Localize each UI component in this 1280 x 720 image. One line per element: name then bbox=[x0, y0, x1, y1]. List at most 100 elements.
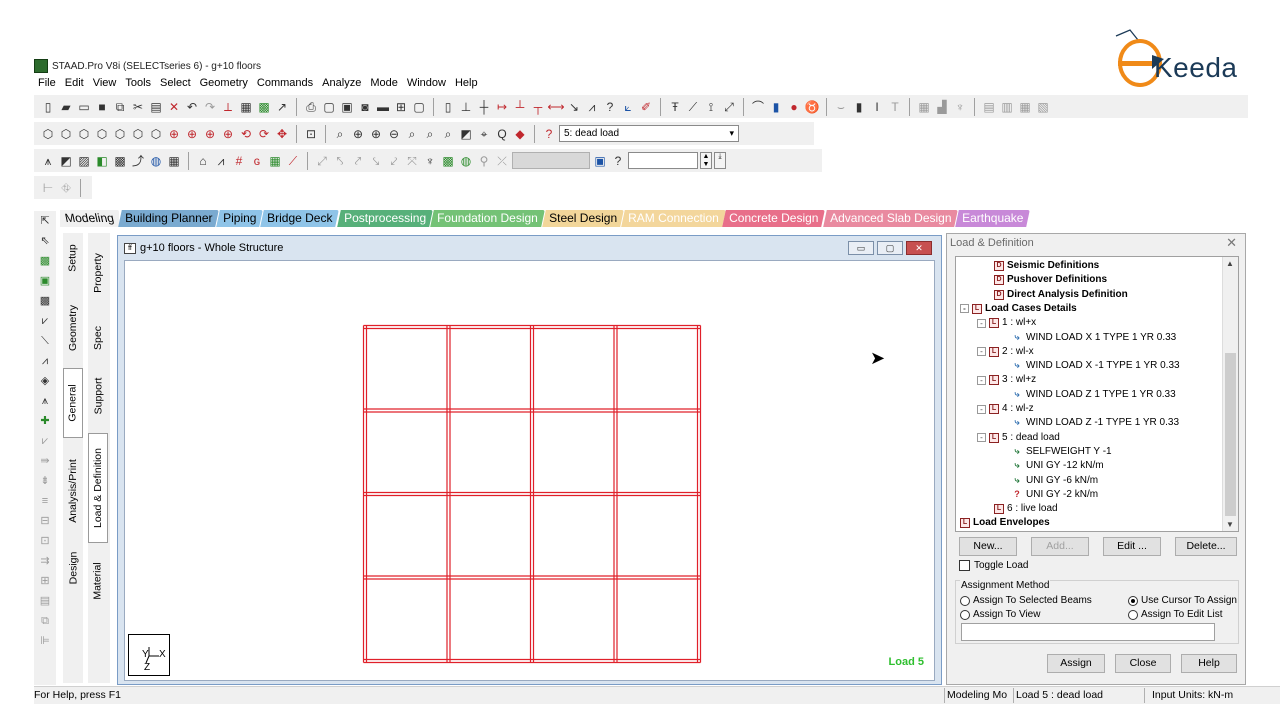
zoom-extents-icon[interactable]: ⌕ bbox=[422, 126, 438, 142]
disabled-tool-icon[interactable]: ⩗ bbox=[37, 433, 53, 449]
print-icon[interactable]: ⎙ bbox=[303, 99, 319, 115]
tree-item[interactable]: D Pushover Definitions bbox=[994, 273, 1107, 287]
radio-button-selected[interactable] bbox=[1128, 595, 1138, 606]
scale-icon[interactable]: ⤢ bbox=[721, 99, 737, 115]
load-tree[interactable]: D Seismic Definitions D Pushover Definition… bbox=[955, 256, 1239, 532]
side-tab-geometry[interactable]: Geometry bbox=[63, 293, 83, 363]
print-area-icon[interactable]: ▣ bbox=[339, 99, 355, 115]
view-front-icon[interactable]: ⬡ bbox=[58, 126, 74, 142]
collapse-icon[interactable]: - bbox=[977, 347, 986, 357]
value-spinner[interactable]: ▲ ▼ bbox=[700, 152, 712, 169]
collapse-icon[interactable]: - bbox=[977, 375, 986, 385]
question-icon[interactable]: ? bbox=[602, 99, 618, 115]
close-icon[interactable]: ✕ bbox=[1226, 235, 1237, 251]
tree-item[interactable]: ⤷ UNI GY -6 kN/m bbox=[1011, 474, 1098, 488]
page-tab-bridge-deck[interactable]: Bridge Deck bbox=[260, 210, 340, 227]
side-tab-material[interactable]: Material bbox=[88, 551, 108, 611]
export-icon[interactable]: ▬ bbox=[375, 99, 391, 115]
move-node-icon[interactable]: ⇛ bbox=[37, 453, 53, 469]
page-tab-modeling[interactable]: Modeling bbox=[60, 210, 119, 227]
page-tab-piping[interactable]: Piping bbox=[216, 210, 264, 227]
cut-icon[interactable]: ✂ bbox=[130, 99, 146, 115]
plate-icon[interactable]: ▮ bbox=[768, 99, 784, 115]
edit-button[interactable]: Edit ... bbox=[1103, 537, 1161, 556]
spec-icon[interactable]: ⚲ bbox=[476, 153, 492, 169]
tree-scrollbar[interactable]: ▲ ▼ bbox=[1222, 257, 1238, 531]
load-case-icon[interactable]: ? bbox=[541, 126, 557, 142]
collapse-icon[interactable]: - bbox=[977, 318, 986, 328]
plate-select-icon[interactable]: ▩ bbox=[37, 293, 53, 309]
mirror-icon[interactable]: ⤤ bbox=[350, 153, 366, 169]
move-icon[interactable]: ⤢ bbox=[314, 153, 330, 169]
rotate-right-icon[interactable]: ⊕ bbox=[220, 126, 236, 142]
display-whole-icon[interactable]: ⊡ bbox=[303, 126, 319, 142]
support-icon[interactable]: ▩ bbox=[440, 153, 456, 169]
assign-button[interactable]: Assign bbox=[1047, 654, 1105, 673]
merge-icon[interactable]: ≡ bbox=[37, 493, 53, 509]
radio-assign-edit-list[interactable]: Assign To Edit List bbox=[1128, 609, 1223, 620]
minimize-button[interactable]: ▭ bbox=[848, 241, 874, 255]
load-assign-icon[interactable]: ◍ bbox=[458, 153, 474, 169]
open-folder-icon[interactable]: ▰ bbox=[58, 99, 74, 115]
print-preview-icon[interactable]: ▢ bbox=[321, 99, 337, 115]
delete-button[interactable]: Delete... bbox=[1175, 537, 1237, 556]
section-icon[interactable]: ┴ bbox=[512, 99, 528, 115]
spin-right-icon[interactable]: ⟳ bbox=[256, 126, 272, 142]
solid-icon[interactable]: ● bbox=[786, 99, 802, 115]
align-icon[interactable]: ▤ bbox=[37, 593, 53, 609]
page-tab-earthquake[interactable]: Earthquake bbox=[955, 210, 1031, 227]
tree-item[interactable]: D Direct Analysis Definition bbox=[994, 288, 1128, 302]
view-iso-icon[interactable]: ⬡ bbox=[40, 126, 56, 142]
close-button[interactable]: ✕ bbox=[906, 241, 932, 255]
zoom-all-icon[interactable]: ⌕ bbox=[440, 126, 456, 142]
dimension-icon[interactable]: ⟂ bbox=[220, 99, 236, 115]
intersect-icon[interactable]: ⊡ bbox=[37, 533, 53, 549]
menu-commands[interactable]: Commands bbox=[253, 77, 318, 93]
node-select-icon[interactable]: ▣ bbox=[37, 273, 53, 289]
tree-item[interactable]: -L2 : wl-x bbox=[977, 345, 1034, 359]
member-icon[interactable]: ↦ bbox=[494, 99, 510, 115]
grid-settings-icon[interactable]: ▦ bbox=[267, 153, 283, 169]
scroll-down-icon[interactable]: ▼ bbox=[1226, 520, 1234, 529]
menu-select[interactable]: Select bbox=[156, 77, 196, 93]
table-icon[interactable]: ▦ bbox=[166, 153, 182, 169]
value-apply-button[interactable]: ⤓ bbox=[714, 152, 726, 169]
radio-button[interactable] bbox=[960, 609, 970, 620]
new-view-icon[interactable]: ◩ bbox=[458, 126, 474, 142]
side-tab-load-definition[interactable]: Load & Definition bbox=[88, 433, 108, 543]
anim-icon[interactable]: ⛗ bbox=[58, 180, 74, 196]
section-tool-icon[interactable]: ⤫ bbox=[494, 153, 510, 169]
toggle-load-checkbox[interactable]: Toggle Load bbox=[959, 560, 1029, 571]
save-icon[interactable]: ■ bbox=[94, 99, 110, 115]
loadcase-dropdown[interactable]: 5: dead load ▾ bbox=[559, 125, 739, 142]
pan-icon[interactable]: ✥ bbox=[274, 126, 290, 142]
arrow-tool-icon[interactable]: ↗ bbox=[274, 99, 290, 115]
tree-item[interactable]: ⤷ SELFWEIGHT Y -1 bbox=[1011, 445, 1111, 459]
zoom-prev-icon[interactable]: ⌕ bbox=[404, 126, 420, 142]
add-beam-icon[interactable]: ⟋ bbox=[285, 153, 301, 169]
i-beam-icon[interactable]: I bbox=[869, 99, 885, 115]
side-tab-support[interactable]: Support bbox=[88, 368, 108, 423]
renumber-icon[interactable]: ⇉ bbox=[37, 553, 53, 569]
page-tab-advanced-slab-design[interactable]: Advanced Slab Design bbox=[822, 210, 959, 227]
beam-icon[interactable]: ┼ bbox=[476, 99, 492, 115]
structure-icon[interactable]: ▩ bbox=[256, 99, 272, 115]
menu-analyze[interactable]: Analyze bbox=[318, 77, 366, 93]
scroll-up-icon[interactable]: ▲ bbox=[1226, 259, 1234, 268]
page-tab-concrete-design[interactable]: Concrete Design bbox=[722, 210, 826, 227]
side-tab-spec[interactable]: Spec bbox=[88, 313, 108, 363]
menu-mode[interactable]: Mode bbox=[366, 77, 403, 93]
geometry-cursor-icon[interactable]: ⤴ bbox=[130, 153, 146, 169]
redline-icon[interactable]: ✐ bbox=[638, 99, 654, 115]
beam-select-icon[interactable]: ▩ bbox=[37, 253, 53, 269]
snap-node-icon[interactable]: ⩘ bbox=[213, 153, 229, 169]
delete-icon[interactable]: ✕ bbox=[166, 99, 182, 115]
zoom-out-icon[interactable]: ⊖ bbox=[386, 126, 402, 142]
tree-item[interactable]: -L4 : wl-z bbox=[977, 402, 1034, 416]
rotate-up-icon[interactable]: ⊕ bbox=[166, 126, 182, 142]
page-icon[interactable]: ▯ bbox=[440, 99, 456, 115]
tree-item[interactable]: ⤷ WIND LOAD Z 1 TYPE 1 YR 0.33 bbox=[1011, 388, 1175, 402]
side-tab-general[interactable]: General bbox=[63, 368, 83, 438]
surface-select-icon[interactable]: ⟍ bbox=[37, 333, 53, 349]
save-view-icon[interactable]: ▤ bbox=[981, 99, 997, 115]
